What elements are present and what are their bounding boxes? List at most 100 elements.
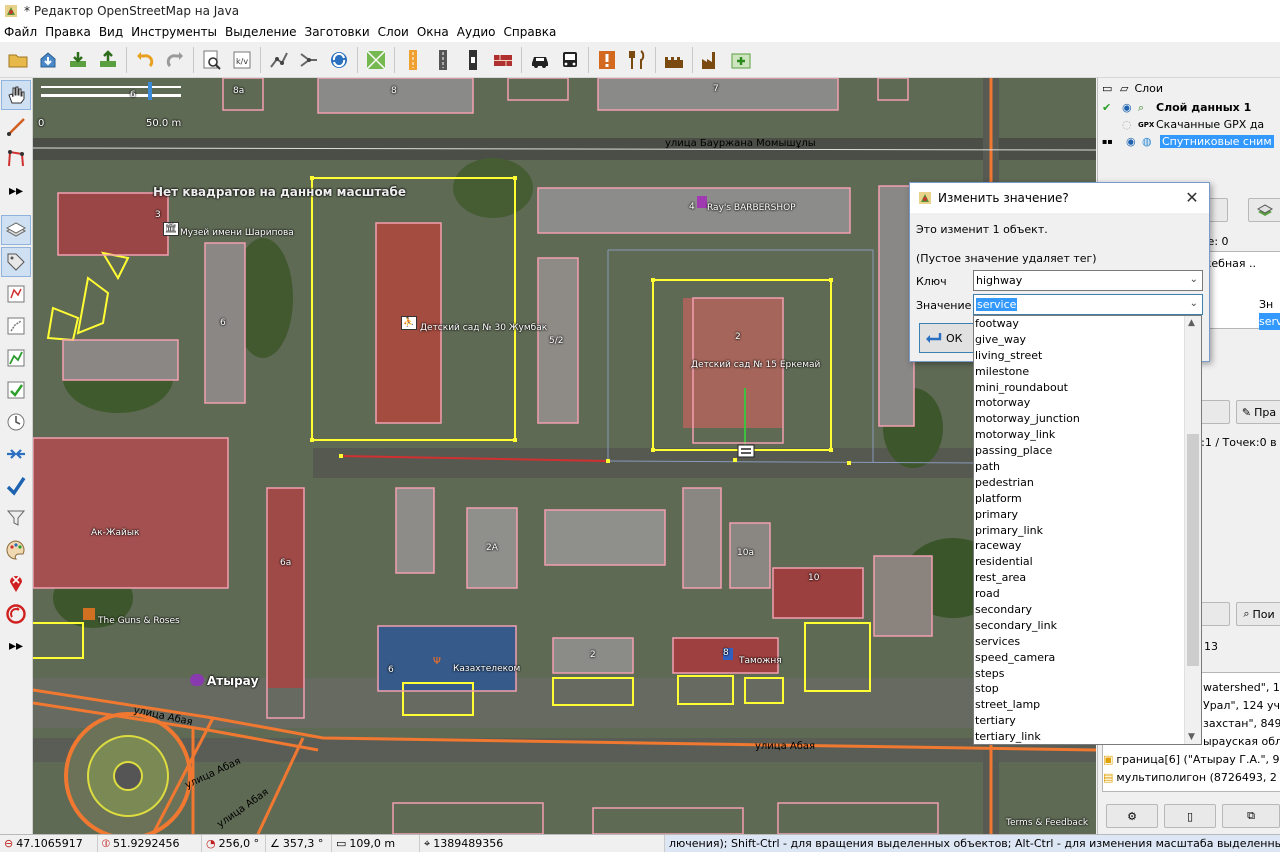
image-preset-button[interactable] — [726, 45, 756, 75]
preview-button[interactable] — [197, 45, 227, 75]
dropdown-option[interactable]: mini_roundabout — [974, 380, 1201, 396]
upload-button[interactable] — [93, 45, 123, 75]
dropdown-option[interactable]: secondary_link — [974, 618, 1201, 634]
barbershop-icon[interactable] — [697, 196, 707, 208]
road-preset-button[interactable] — [398, 45, 428, 75]
layer-row-data[interactable]: ✔ ◉ ⌕ Слой данных 1 — [1098, 99, 1280, 116]
ok-button[interactable]: ОК — [919, 323, 977, 353]
draw-tool-button[interactable] — [1, 112, 31, 142]
bus-preset-button[interactable] — [555, 45, 585, 75]
author-button[interactable] — [1, 439, 31, 469]
dropdown-option[interactable]: street_lamp — [974, 697, 1201, 713]
menu-layers[interactable]: Слои — [374, 25, 413, 39]
split-way-button[interactable] — [264, 45, 294, 75]
barrier-preset-button[interactable] — [488, 45, 518, 75]
scroll-down-icon[interactable]: ▼ — [1188, 732, 1195, 742]
relation-edit-button[interactable]: ▯ — [1164, 804, 1216, 828]
visibility-eye-icon[interactable]: ◉ — [1126, 135, 1142, 148]
presets-button[interactable]: k/v — [227, 45, 257, 75]
food-preset-button[interactable] — [622, 45, 652, 75]
menu-view[interactable]: Вид — [95, 25, 127, 39]
chevron-down-icon[interactable]: ⌄ — [1190, 298, 1198, 309]
download-button[interactable] — [63, 45, 93, 75]
close-icon[interactable]: ✕ — [1183, 189, 1201, 207]
museum-icon[interactable]: 🏛 — [163, 222, 179, 236]
dropdown-option[interactable]: tertiary — [974, 713, 1201, 729]
dropdown-option[interactable]: path — [974, 459, 1201, 475]
menu-presets[interactable]: Заготовки — [301, 25, 374, 39]
relation-row-multipolygon[interactable]: ▤ мультиполигон (8726493, 2 уча — [1103, 769, 1280, 786]
landuse-preset-button[interactable] — [361, 45, 391, 75]
value-combobox[interactable]: service ⌄ — [973, 294, 1203, 315]
undo-button[interactable] — [130, 45, 160, 75]
conflict-dialog-button[interactable] — [1, 343, 31, 373]
tag-edit-button[interactable]: ✎ Пра — [1236, 400, 1280, 424]
save-button[interactable] — [33, 45, 63, 75]
dropdown-option[interactable]: motorway_link — [974, 427, 1201, 443]
minor-road-preset-button[interactable] — [428, 45, 458, 75]
filter-button[interactable] — [1, 503, 31, 533]
combine-way-button[interactable] — [294, 45, 324, 75]
dropdown-option[interactable]: give_way — [974, 332, 1201, 348]
relation-row[interactable]: захстан", 849 уч — [1203, 715, 1280, 732]
scroll-up-icon[interactable]: ▲ — [1188, 318, 1195, 328]
dropdown-option[interactable]: motorway_junction — [974, 411, 1201, 427]
layers-header[interactable]: ▭ ▱ Слои — [1098, 80, 1280, 97]
relation-row[interactable]: Урал", 124 участ — [1203, 697, 1280, 714]
dropdown-option[interactable]: rest_area — [974, 570, 1201, 586]
value-dropdown-list[interactable]: footway give_way living_street milestone… — [973, 315, 1202, 745]
drag-handle-icon[interactable]: ▪▪ — [1102, 137, 1126, 146]
dropdown-option[interactable]: raceway — [974, 538, 1201, 554]
dropdown-option[interactable]: motorway — [974, 395, 1201, 411]
menu-windows[interactable]: Окна — [413, 25, 453, 39]
more-dialogs-button[interactable]: ▸▸ — [1, 631, 31, 661]
dropdown-option[interactable]: living_street — [974, 348, 1201, 364]
dropdown-option[interactable]: secondary — [974, 602, 1201, 618]
menu-file[interactable]: Файл — [0, 25, 41, 39]
dropdown-option[interactable]: pedestrian — [974, 475, 1201, 491]
selection-list-button[interactable] — [1, 279, 31, 309]
hazard-preset-button[interactable] — [592, 45, 622, 75]
dropdown-option[interactable]: residential — [974, 554, 1201, 570]
select-tool-button[interactable] — [1, 80, 31, 110]
tags-dialog-button[interactable] — [1, 247, 31, 277]
historic-preset-button[interactable] — [659, 45, 689, 75]
dropdown-option[interactable]: primary — [974, 507, 1201, 523]
relation-row[interactable]: watershed", 17 — [1203, 679, 1280, 696]
relation-row-border[interactable]: ▣ граница[6] ("Атырау Г.А.", 9 уч — [1103, 751, 1280, 768]
dropdown-option[interactable]: footway — [974, 316, 1201, 332]
map-paint-button[interactable] — [1, 535, 31, 565]
menu-tools[interactable]: Инструменты — [127, 25, 221, 39]
reverse-way-button[interactable] — [324, 45, 354, 75]
history-button[interactable] — [1, 407, 31, 437]
key-combobox[interactable]: highway ⌄ — [973, 270, 1203, 291]
map-attribution[interactable]: Terms & Feedback — [1006, 818, 1088, 828]
relation-duplicate-button[interactable]: ⧉ — [1222, 804, 1280, 828]
car-preset-button[interactable] — [525, 45, 555, 75]
menu-help[interactable]: Справка — [500, 25, 561, 39]
visibility-eye-icon[interactable]: ◌ — [1122, 118, 1138, 131]
dropdown-option[interactable]: passing_place — [974, 443, 1201, 459]
scrollbar-thumb[interactable] — [1187, 434, 1199, 666]
validator-button[interactable] — [1, 375, 31, 405]
pub-icon[interactable] — [83, 608, 95, 620]
telecom-icon[interactable]: Ψ — [433, 656, 443, 668]
dropdown-option[interactable]: services — [974, 634, 1201, 650]
value-input-text[interactable]: service — [976, 298, 1018, 311]
place-icon[interactable] — [190, 674, 204, 686]
track-preset-button[interactable] — [458, 45, 488, 75]
dropdown-option[interactable]: steps — [974, 666, 1201, 682]
dropdown-option[interactable]: stop — [974, 681, 1201, 697]
validation-ok-button[interactable] — [1, 471, 31, 501]
visibility-eye-icon[interactable]: ◉ — [1122, 101, 1138, 114]
layers-dialog-button[interactable] — [1, 215, 31, 245]
relation-row[interactable]: ырауская облас — [1203, 733, 1280, 750]
tag-value-cell[interactable]: serv — [1259, 313, 1280, 330]
layer-row-gpx[interactable]: ◌ GPX Скачанные GPX да — [1098, 116, 1280, 133]
layers-action-button[interactable] — [1248, 198, 1280, 222]
notes-button[interactable] — [1, 567, 31, 597]
commands-list-button[interactable] — [1, 311, 31, 341]
kindergarten-icon[interactable]: ⛹ — [401, 316, 417, 330]
changeset-button[interactable] — [1, 599, 31, 629]
dropdown-option[interactable]: tertiary_link — [974, 729, 1201, 744]
